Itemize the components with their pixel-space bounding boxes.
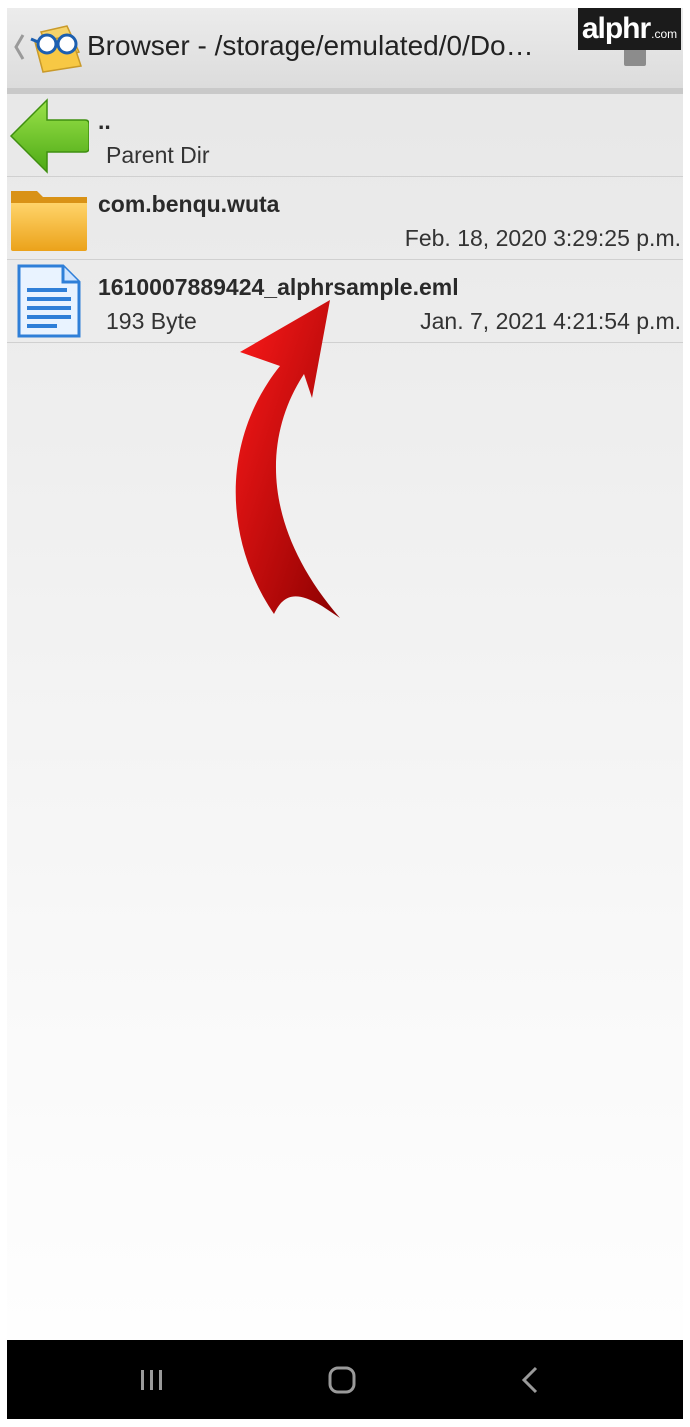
watermark-main: alphr (581, 12, 651, 45)
file-subtitle: 193 Byte (106, 308, 197, 334)
parent-dir-arrow-icon (9, 98, 89, 174)
document-icon (17, 264, 81, 338)
chevron-left-icon[interactable] (13, 32, 25, 62)
home-icon[interactable] (322, 1362, 362, 1398)
file-date: Feb. 18, 2020 3:29:25 p.m. (404, 225, 681, 251)
file-date: Jan. 7, 2021 4:21:54 p.m. (420, 308, 681, 334)
list-item-folder[interactable]: com.benqu.wuta Feb. 18, 2020 3:29:25 p.m… (7, 177, 683, 260)
red-arrow-annotation (235, 300, 340, 618)
file-name: .. (98, 108, 111, 134)
folder-icon (11, 191, 87, 251)
window-title: Browser - /storage/emulated/0/Do… (87, 30, 534, 61)
file-name: 1610007889424_alphrsample.eml (98, 274, 459, 300)
alphr-watermark: alphr .com (578, 8, 681, 50)
recents-icon[interactable] (132, 1362, 172, 1398)
screen: Browser - /storage/emulated/0/Do… alphr … (7, 8, 683, 1419)
back-icon[interactable] (512, 1362, 552, 1398)
file-subtitle: Parent Dir (106, 142, 210, 168)
watermark-sub: .com (651, 27, 678, 41)
overflow-menu-icon[interactable] (624, 48, 646, 66)
file-name: com.benqu.wuta (98, 191, 280, 217)
title-bar: Browser - /storage/emulated/0/Do… alphr … (7, 8, 683, 94)
glasses-folder-icon[interactable] (27, 22, 85, 74)
list-item-parent-dir[interactable]: .. Parent Dir (7, 94, 683, 177)
android-nav-bar (7, 1340, 683, 1419)
